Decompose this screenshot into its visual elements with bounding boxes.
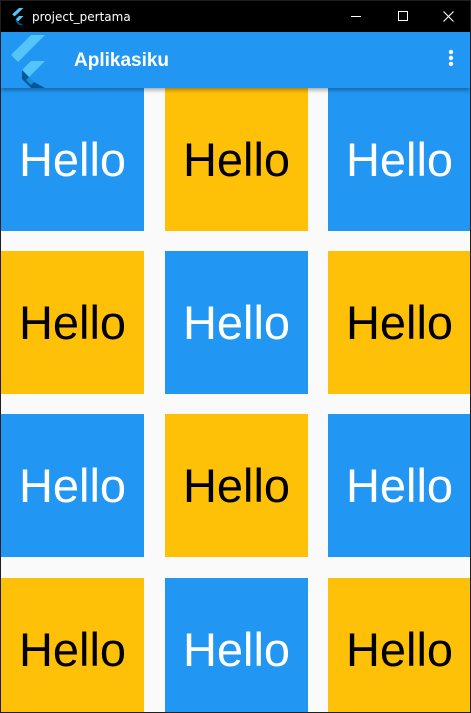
grid-tile: Hello: [328, 88, 470, 231]
flutter-logo-icon: [5, 32, 55, 88]
grid-tile: Hello: [328, 414, 470, 557]
tile-label: Hello: [182, 296, 291, 349]
more-options-button[interactable]: [437, 42, 465, 78]
tile-label: Hello: [182, 133, 291, 186]
close-icon: [442, 7, 454, 26]
title-bar[interactable]: project_pertama: [1, 1, 470, 32]
more-vert-icon: [448, 49, 454, 71]
tile-label: Hello: [345, 459, 454, 512]
grid-tile: Hello: [165, 88, 308, 231]
minimize-icon: [350, 7, 362, 26]
grid-tile: Hello: [165, 414, 308, 557]
maximize-button[interactable]: [380, 1, 426, 32]
close-button[interactable]: [425, 1, 470, 32]
tile-label: Hello: [345, 133, 454, 186]
tile-label: Hello: [182, 623, 291, 676]
window-title: project_pertama: [32, 10, 131, 24]
grid-tile: Hello: [1, 251, 144, 394]
grid-tile: Hello: [328, 251, 470, 394]
hello-grid[interactable]: Hello Hello Hello Hello Hello Hello Hell…: [1, 88, 470, 712]
tile-label: Hello: [18, 623, 127, 676]
tile-label: Hello: [18, 296, 127, 349]
grid-tile: Hello: [1, 414, 144, 557]
app-window: project_pertama Aplikasiku Hello Hello H…: [0, 0, 471, 713]
app-title: Aplikasiku: [74, 50, 170, 71]
grid-tile: Hello: [328, 578, 470, 712]
grid-tile: Hello: [165, 578, 308, 712]
grid-tile: Hello: [1, 88, 144, 231]
tile-label: Hello: [345, 623, 454, 676]
flutter-logo-icon: [10, 8, 25, 25]
grid-tile: Hello: [165, 251, 308, 394]
maximize-icon: [397, 7, 409, 26]
tile-label: Hello: [18, 459, 127, 512]
tile-label: Hello: [182, 459, 291, 512]
grid-tile: Hello: [1, 578, 144, 712]
tile-label: Hello: [18, 133, 127, 186]
minimize-button[interactable]: [333, 1, 379, 32]
tile-label: Hello: [345, 296, 454, 349]
app-bar: Aplikasiku: [1, 32, 470, 88]
